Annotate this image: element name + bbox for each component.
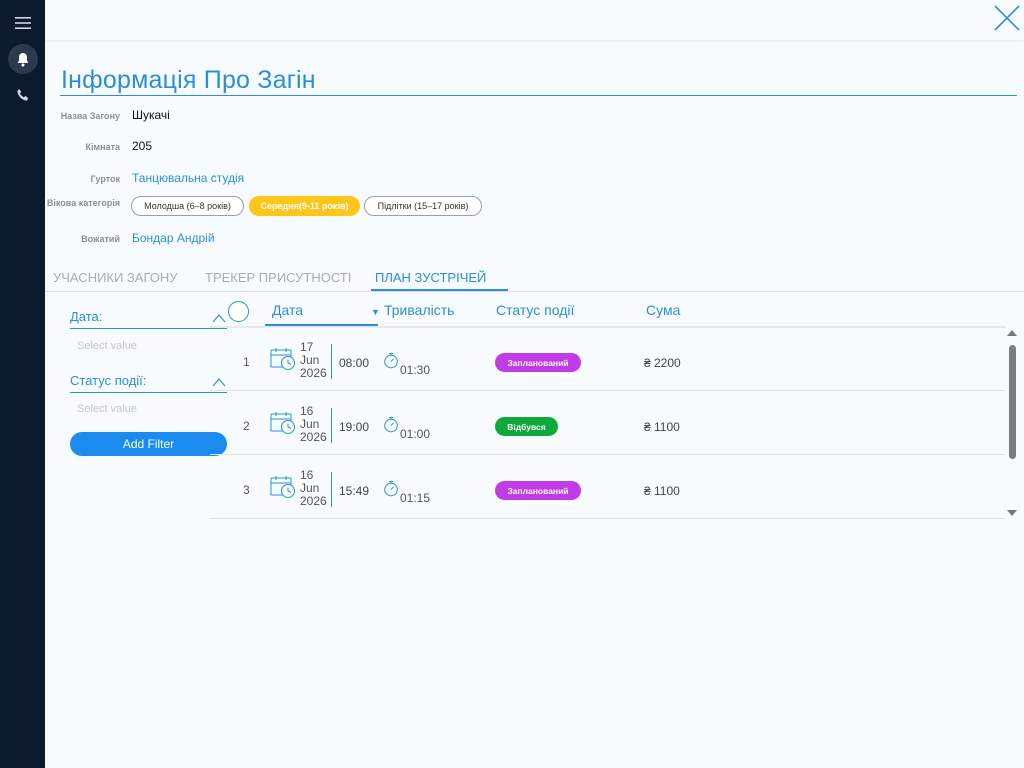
date-filter-label[interactable]: Дата: [70, 309, 102, 324]
event-duration: 01:30 [400, 363, 431, 377]
date-time-divider [331, 344, 332, 379]
calendar-clock-icon [270, 412, 295, 434]
status-filter-underline [70, 392, 227, 393]
club-label: Гурток [90, 174, 120, 184]
title-divider [60, 95, 1017, 96]
sort-desc-icon[interactable]: ▼ [371, 307, 380, 317]
column-header-duration[interactable]: Тривалість [384, 302, 454, 318]
stopwatch-icon [384, 481, 398, 497]
tab-meetings[interactable]: ПЛАН ЗУСТРІЧЕЙ [375, 270, 486, 285]
age-chip-middle[interactable]: Середня(9-11 років) [249, 196, 360, 216]
add-filter-button[interactable]: Add Filter [70, 432, 227, 456]
table-row[interactable]: 2 16 Jun 2026 19:00 01:00 Відбувся ₴ 1100 [210, 391, 1005, 455]
age-category-label: Вікова категорія [46, 198, 120, 208]
status-badge: Запланований [495, 353, 581, 372]
status-filter-input[interactable]: Select value [77, 403, 137, 415]
name-value: Шукачі [132, 108, 170, 122]
date-time-divider [331, 472, 332, 507]
club-link[interactable]: Танцювальна студія [132, 171, 244, 185]
scroll-down-arrow[interactable] [1007, 510, 1017, 516]
room-label: Кімната [85, 142, 120, 152]
row-number: 1 [243, 355, 250, 369]
age-chip-junior[interactable]: Молодша (6–8 років) [131, 196, 244, 216]
table-row[interactable]: 1 17 Jun 2026 08:00 01:30 Запланований ₴ 2… [210, 327, 1005, 391]
phone-icon[interactable] [8, 80, 38, 110]
calendar-clock-icon [270, 348, 295, 370]
column-header-date[interactable]: Дата [272, 302, 303, 318]
menu-icon[interactable] [8, 8, 38, 38]
scrollbar-thumb[interactable] [1009, 345, 1016, 459]
tabs-divider [45, 291, 1024, 292]
event-time: 08:00 [339, 356, 370, 370]
top-bar [45, 0, 1024, 40]
age-chip-teen[interactable]: Підлітки (15–17 років) [364, 196, 482, 216]
stopwatch-icon [384, 417, 398, 433]
active-tab-indicator [371, 289, 508, 291]
row-number: 3 [243, 483, 250, 497]
event-amount: ₴ 2200 [644, 356, 681, 370]
calendar-clock-icon [270, 476, 295, 498]
event-date: 16 Jun 2026 [300, 404, 327, 444]
event-duration: 01:15 [400, 491, 431, 505]
event-duration: 01:00 [400, 427, 431, 441]
status-badge: Запланований [495, 481, 581, 500]
bell-icon[interactable] [8, 44, 38, 74]
event-time: 19:00 [339, 420, 370, 434]
select-all-checkbox[interactable] [228, 301, 249, 322]
date-filter-input[interactable]: Select value [77, 340, 137, 352]
date-time-divider [331, 408, 332, 443]
status-badge: Відбувся [495, 417, 558, 436]
name-label: Назва Загону [60, 111, 120, 121]
counselor-label: Вожатий [81, 234, 120, 244]
event-time: 15:49 [339, 484, 370, 498]
date-filter-underline [70, 328, 227, 329]
table-row[interactable]: 3 16 Jun 2026 15:49 01:15 Запланований ₴ 1… [210, 455, 1005, 519]
event-date: 17 Jun 2026 [300, 340, 327, 380]
chevron-up-icon[interactable] [212, 313, 226, 323]
counselor-link[interactable]: Бондар Андрій [132, 231, 215, 245]
status-filter-label[interactable]: Статус події: [70, 373, 146, 388]
scroll-up-arrow[interactable] [1007, 330, 1017, 336]
column-header-status[interactable]: Статус події [496, 302, 574, 318]
room-value: 205 [132, 139, 153, 153]
stopwatch-icon [384, 353, 398, 369]
tab-members[interactable]: УЧАСНИКИ ЗАГОНУ [53, 270, 178, 285]
event-date: 16 Jun 2026 [300, 468, 327, 508]
event-amount: ₴ 1100 [644, 484, 680, 498]
tab-attendance[interactable]: ТРЕКЕР ПРИСУТНОСТІ [205, 270, 351, 285]
close-icon[interactable] [992, 3, 1022, 33]
row-number: 2 [243, 419, 250, 433]
page-title: Інформація Про Загін [61, 66, 316, 94]
event-amount: ₴ 1100 [644, 420, 680, 434]
column-header-amount[interactable]: Сума [646, 302, 680, 318]
